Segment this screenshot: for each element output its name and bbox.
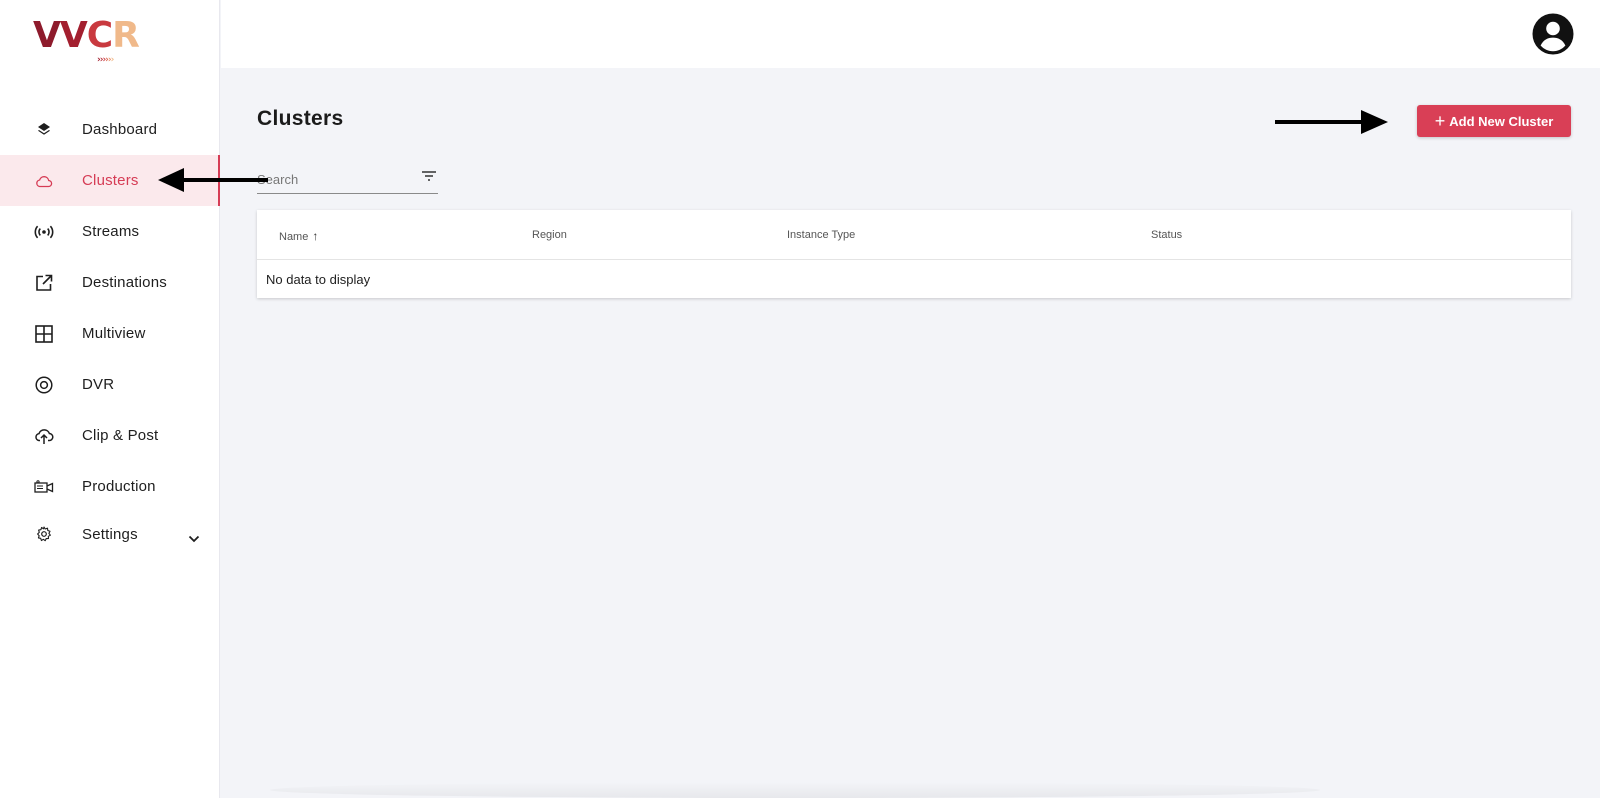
- bottom-shadow: [270, 782, 1320, 798]
- search-input[interactable]: [257, 172, 407, 187]
- column-header-region[interactable]: Region: [532, 229, 567, 241]
- column-header-instance-type[interactable]: Instance Type: [787, 229, 855, 241]
- column-header-label: Region: [532, 229, 567, 241]
- annotation-arrow-left: [158, 168, 268, 192]
- clusters-table: Name ↑ Region Instance Type Status No dat…: [257, 210, 1571, 298]
- column-header-label: Instance Type: [787, 229, 856, 241]
- cloud-icon: [34, 171, 54, 191]
- sidebar-item-label: Streams: [82, 223, 140, 240]
- sidebar-item-streams[interactable]: Streams: [0, 206, 220, 257]
- add-new-cluster-label: Add New Cluster: [1449, 113, 1554, 129]
- add-new-cluster-button[interactable]: + Add New Cluster: [1417, 105, 1571, 137]
- sidebar-item-destinations[interactable]: Destinations: [0, 257, 220, 308]
- column-header-name[interactable]: Name ↑: [279, 229, 318, 243]
- column-header-label: Status: [1151, 229, 1183, 241]
- cloud-upload-icon: [34, 426, 54, 446]
- sidebar-item-clip-post[interactable]: Clip & Post: [0, 410, 220, 461]
- sidebar-item-dashboard[interactable]: Dashboard: [0, 104, 220, 155]
- chevron-down-icon[interactable]: [188, 530, 200, 548]
- broadcast-icon: [34, 222, 54, 242]
- logo-text: VVCR: [33, 15, 140, 56]
- sidebar-item-label: Clip & Post: [82, 427, 159, 444]
- layers-icon: [34, 120, 54, 140]
- gear-icon: [34, 524, 54, 544]
- sidebar-item-label: DVR: [82, 376, 115, 393]
- sidebar-item-multiview[interactable]: Multiview: [0, 308, 220, 359]
- sort-ascending-icon: ↑: [312, 229, 319, 243]
- plus-icon: +: [1434, 111, 1446, 131]
- annotation-arrow-right: [1275, 110, 1388, 134]
- sidebar: VVCR ›››››› Dashboard Clusters Streams D…: [0, 0, 220, 798]
- sidebar-item-label: Clusters: [82, 172, 139, 189]
- table-header: Name ↑ Region Instance Type Status: [257, 210, 1571, 260]
- video-camera-icon: [34, 477, 54, 497]
- logo-chevrons: ››››››: [97, 55, 114, 65]
- column-header-label: Name: [279, 231, 309, 243]
- page-title: Clusters: [257, 107, 344, 130]
- external-link-icon: [34, 273, 54, 293]
- sidebar-item-label: Multiview: [82, 325, 146, 342]
- record-icon: [34, 375, 54, 395]
- sidebar-item-settings[interactable]: Settings: [0, 512, 220, 556]
- top-bar: [221, 0, 1600, 68]
- vvcr-logo[interactable]: VVCR ››››››: [33, 18, 143, 66]
- empty-message: No data to display: [266, 272, 371, 287]
- sidebar-item-dvr[interactable]: DVR: [0, 359, 220, 410]
- search-field: [257, 166, 438, 194]
- sidebar-item-label: Dashboard: [82, 121, 158, 138]
- grid-icon: [34, 324, 54, 344]
- sidebar-item-label: Production: [82, 478, 156, 495]
- column-header-status[interactable]: Status: [1151, 229, 1182, 241]
- sidebar-item-production[interactable]: Production: [0, 461, 220, 512]
- sidebar-item-label: Settings: [82, 525, 138, 543]
- account-circle-icon[interactable]: [1532, 13, 1574, 55]
- sidebar-item-label: Destinations: [82, 274, 167, 291]
- filter-icon[interactable]: [420, 168, 438, 184]
